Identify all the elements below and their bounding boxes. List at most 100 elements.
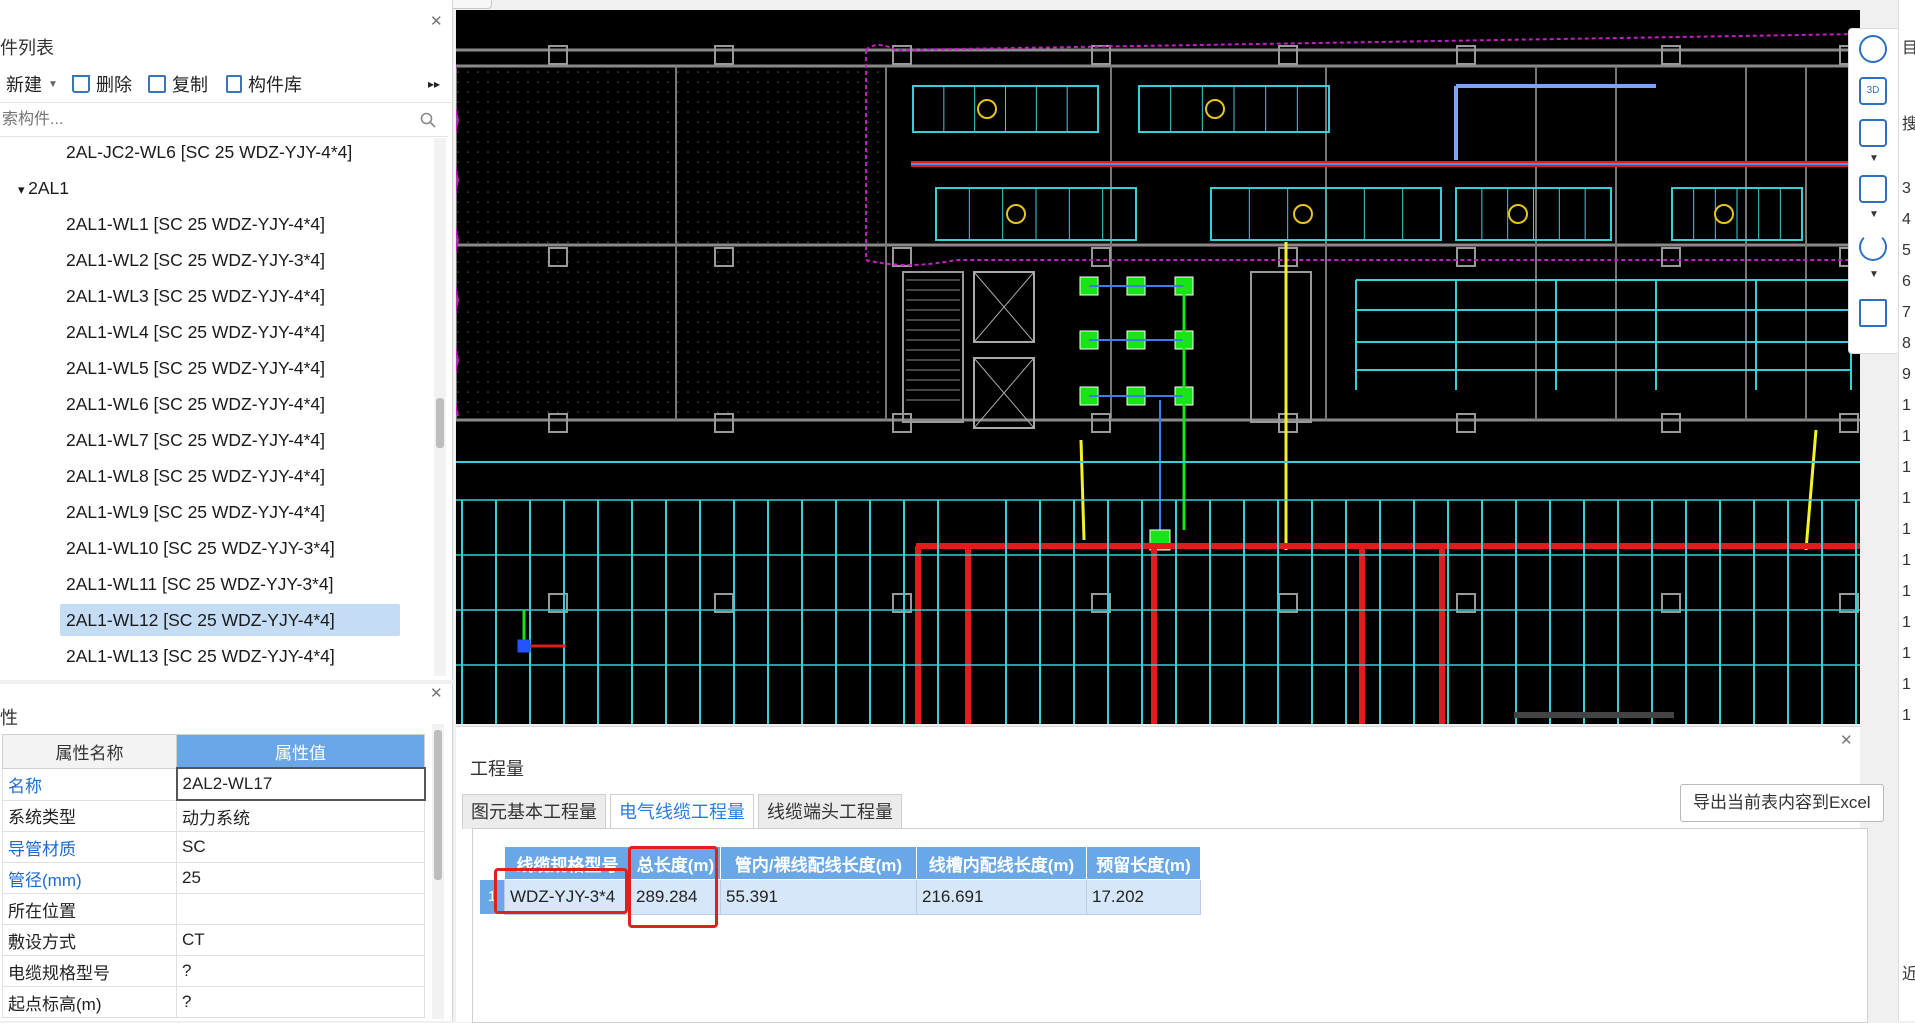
close-icon[interactable]: ✕ [430,684,443,702]
tree-item[interactable]: 2AL1-WL10 [SC 25 WDZ-YJY-3*4] [60,532,341,564]
tree-item[interactable]: 2AL1-WL2 [SC 25 WDZ-YJY-3*4] [60,244,331,276]
tree-item[interactable]: 2AL1-WL11 [SC 25 WDZ-YJY-3*4] [60,568,339,600]
view-box-icon[interactable] [1859,175,1887,203]
property-name: 系统类型 [2,799,177,832]
property-row[interactable]: 管径(mm) 25 [2,862,425,894]
component-library-button[interactable]: 构件库 [226,70,302,98]
column-marker [1661,247,1681,267]
property-value[interactable]: ? [176,955,425,987]
side-panel-text: 1 [1902,490,1911,507]
panel-title: 性 [0,708,18,728]
property-value[interactable]: 动力系统 [176,799,425,832]
tree-item-label: 2AL1-WL4 [SC 25 WDZ-YJY-4*4] [66,322,326,342]
tree-item[interactable]: 2AL1-WL7 [SC 25 WDZ-YJY-4*4] [60,424,331,456]
property-value[interactable]: CT [176,924,425,956]
tree-item[interactable]: 2AL-JC2-WL6 [SC 25 WDZ-YJY-4*4] [60,136,358,168]
floor-plan-drawing[interactable] [456,10,1860,724]
column-header[interactable]: 预留长度(m) [1086,846,1201,880]
property-row[interactable]: 敷设方式 CT [2,924,425,956]
scrollbar-thumb[interactable] [434,730,442,880]
view-3d-icon[interactable]: 3D [1859,77,1887,105]
tree-item[interactable]: 2AL1-WL5 [SC 25 WDZ-YJY-4*4] [60,352,331,384]
yellow-line [1804,429,1818,551]
more-icon[interactable]: ▸▸ [428,70,440,98]
chevron-down-icon[interactable]: ▼ [1869,269,1879,280]
tree-item[interactable]: 2AL1-WL3 [SC 25 WDZ-YJY-4*4] [60,280,331,312]
tab-quantity[interactable]: 电气线缆工程量 [610,794,754,829]
close-icon[interactable]: ✕ [1840,731,1853,749]
new-button[interactable]: 新建 ▼ [6,70,58,98]
column-marker [1661,413,1681,433]
side-panel-text: 9 [1902,366,1911,383]
tree-item[interactable]: 2AL1-WL9 [SC 25 WDZ-YJY-4*4] [60,496,331,528]
tree-item[interactable]: 2AL1-WL8 [SC 25 WDZ-YJY-4*4] [60,460,331,492]
property-row[interactable]: 起点标高(m)? [2,986,425,1018]
layer-view-icon[interactable] [1859,299,1887,327]
column-header[interactable]: 管内/裸线配线长度(m) [720,846,917,880]
property-value[interactable]: 25 [176,862,425,894]
tab-quantity[interactable]: 线缆端头工程量 [758,794,902,829]
delete-button[interactable]: 删除 [72,70,132,98]
tree-item[interactable]: 2AL1-WL4 [SC 25 WDZ-YJY-4*4] [60,316,331,348]
tree-item[interactable]: 2AL1-WL12 [SC 25 WDZ-YJY-4*4] [60,604,400,636]
chevron-down-icon[interactable]: ▼ [1869,153,1879,164]
view-cube-icon[interactable] [1859,119,1887,147]
properties-scrollbar[interactable] [432,724,444,1019]
tab-quantity[interactable]: 图元基本工程量 [462,794,606,829]
property-name: 管径(mm) [2,862,177,894]
axis-origin [517,639,531,653]
properties-table: 属性名称 属性值 名称 2AL2-WL17 系统类型 动力系统 导管材质 SC 管径(mm)… [2,734,426,1018]
side-panel-text: 1 [1902,583,1911,600]
chevron-down-icon[interactable]: ▼ [1869,209,1879,220]
property-row[interactable]: 所在位置 [2,893,425,925]
side-panel-text: 1 [1902,521,1911,538]
expand-icon[interactable]: ▾ [18,182,28,197]
property-row[interactable]: 导管材质 SC [2,831,425,863]
side-panel-text: 1 [1902,459,1911,476]
property-value[interactable]: ? [176,986,425,1018]
property-value[interactable]: SC [176,831,425,863]
side-panel-text: 1 [1902,552,1911,569]
column-marker [1278,247,1298,267]
tree-item-label: 2AL1-WL6 [SC 25 WDZ-YJY-4*4] [66,394,326,414]
export-excel-button[interactable]: 导出当前表内容到Excel [1680,784,1884,822]
tree-item[interactable]: 2AL1-WL1 [SC 25 WDZ-YJY-4*4] [60,208,331,240]
copy-button-label: 复制 [172,75,208,95]
property-value-header: 属性值 [176,734,425,769]
canvas-scrollbar [1514,712,1674,718]
side-panel-text: 7 [1902,304,1911,321]
hatched-area [456,66,886,416]
property-name: 导管材质 [2,831,177,863]
scrollbar-thumb[interactable] [436,398,444,448]
component-tree: 2AL-JC2-WL6 [SC 25 WDZ-YJY-4*4] ▾ 2AL1 2AL… [0,136,432,676]
tree-item-label: 2AL1-WL7 [SC 25 WDZ-YJY-4*4] [66,430,326,450]
delete-button-label: 删除 [96,75,132,95]
column-header[interactable]: 线槽内配线长度(m) [916,846,1087,880]
property-row[interactable]: 系统类型 动力系统 [2,799,425,832]
table-cell[interactable]: 55.391 [720,879,917,915]
rotate-icon[interactable] [1859,233,1887,261]
table-cell[interactable]: 216.691 [916,879,1087,915]
property-row[interactable]: 电缆规格型号? [2,955,425,987]
tree-item[interactable]: 2AL1-WL13 [SC 25 WDZ-YJY-4*4] [60,640,341,672]
side-panel-text: 1 [1902,397,1911,414]
side-panel-text: 1 [1902,676,1911,693]
search-icon[interactable] [420,112,436,128]
side-panel-text: 1 [1902,614,1911,631]
new-button-label: 新建 [6,75,42,95]
column-marker [1456,413,1476,433]
property-value[interactable]: 2AL2-WL17 [175,767,426,801]
property-row[interactable]: 名称 2AL2-WL17 [2,767,426,801]
close-icon[interactable]: ✕ [430,12,443,30]
copy-button[interactable]: 复制 [148,70,208,98]
tree-item[interactable]: 2AL1-WL6 [SC 25 WDZ-YJY-4*4] [60,388,331,420]
orbit-icon[interactable] [1859,35,1887,63]
table-cell[interactable]: 17.202 [1086,879,1201,915]
search-input[interactable] [0,106,414,134]
tree-group[interactable]: ▾ 2AL1 [18,172,69,204]
tree-item-label: 2AL1-WL1 [SC 25 WDZ-YJY-4*4] [66,214,326,234]
cad-drawing-canvas[interactable] [456,10,1860,724]
tree-item-label: 2AL1-WL11 [SC 25 WDZ-YJY-3*4] [66,574,334,594]
tree-scrollbar[interactable] [434,138,446,676]
property-value[interactable] [176,893,425,925]
